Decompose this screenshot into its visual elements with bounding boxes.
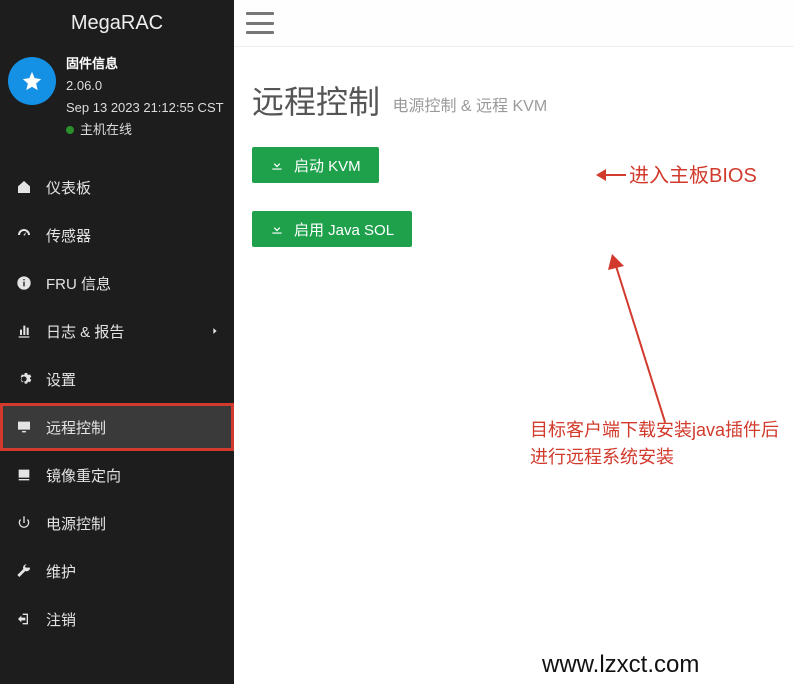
- hamburger-icon[interactable]: [246, 12, 274, 34]
- nav-fru[interactable]: FRU 信息: [0, 259, 234, 307]
- page-subtitle: 电源控制 & 远程 KVM: [392, 98, 547, 115]
- nav-label: 电源控制: [46, 513, 106, 534]
- nav-label: 设置: [46, 369, 76, 390]
- button-label: 启用 Java SOL: [294, 219, 394, 240]
- info-icon: [14, 273, 34, 293]
- page-title: 远程控制: [252, 77, 380, 123]
- enable-java-sol-button[interactable]: 启用 Java SOL: [252, 211, 412, 247]
- download-icon: [270, 158, 284, 172]
- nav-settings[interactable]: 设置: [0, 355, 234, 403]
- nav-list: 仪表板 传感器 FRU 信息 日志 & 报告 设置 远程控制: [0, 163, 234, 643]
- brand-title: MegaRAC: [0, 0, 234, 47]
- topbar: [234, 0, 794, 47]
- nav-label: 注销: [46, 609, 76, 630]
- gear-icon: [14, 369, 34, 389]
- nav-logout[interactable]: 注销: [0, 595, 234, 643]
- star-icon: [8, 57, 56, 105]
- nav-sensors[interactable]: 传感器: [0, 211, 234, 259]
- nav-logs[interactable]: 日志 & 报告: [0, 307, 234, 355]
- power-icon: [14, 513, 34, 533]
- firmware-title: 固件信息: [66, 53, 224, 75]
- nav-power-control[interactable]: 电源控制: [0, 499, 234, 547]
- firmware-info-block: 固件信息 2.06.0 Sep 13 2023 21:12:55 CST 主机在…: [0, 47, 234, 153]
- sidebar: MegaRAC 固件信息 2.06.0 Sep 13 2023 21:12:55…: [0, 0, 234, 684]
- chart-icon: [14, 321, 34, 341]
- nav-image-redirect[interactable]: 镜像重定向: [0, 451, 234, 499]
- nav-label: 镜像重定向: [46, 465, 121, 486]
- nav-label: 维护: [46, 561, 76, 582]
- nav-label: 仪表板: [46, 177, 91, 198]
- nav-label: 日志 & 报告: [46, 321, 124, 342]
- gauge-icon: [14, 225, 34, 245]
- nav-label: 传感器: [46, 225, 91, 246]
- disk-icon: [14, 465, 34, 485]
- nav-label: FRU 信息: [46, 273, 111, 294]
- download-icon: [270, 222, 284, 236]
- nav-dashboard[interactable]: 仪表板: [0, 163, 234, 211]
- logout-icon: [14, 609, 34, 629]
- watermark-text: www.lzxct.com: [542, 651, 699, 679]
- main-area: 远程控制 电源控制 & 远程 KVM 启动 KVM 启用 Java SOL 进入…: [234, 0, 794, 684]
- content-area: 远程控制 电源控制 & 远程 KVM 启动 KVM 启用 Java SOL: [234, 47, 794, 684]
- wrench-icon: [14, 561, 34, 581]
- launch-kvm-button[interactable]: 启动 KVM: [252, 147, 379, 183]
- host-status: 主机在线: [80, 119, 132, 141]
- status-dot-icon: [66, 126, 74, 134]
- chevron-right-icon: [210, 323, 220, 340]
- firmware-version: 2.06.0: [66, 75, 224, 97]
- firmware-timestamp: Sep 13 2023 21:12:55 CST: [66, 97, 224, 119]
- nav-remote-control[interactable]: 远程控制: [0, 403, 234, 451]
- monitor-icon: [14, 417, 34, 437]
- nav-maintenance[interactable]: 维护: [0, 547, 234, 595]
- button-label: 启动 KVM: [294, 155, 361, 176]
- home-icon: [14, 177, 34, 197]
- nav-label: 远程控制: [46, 417, 106, 438]
